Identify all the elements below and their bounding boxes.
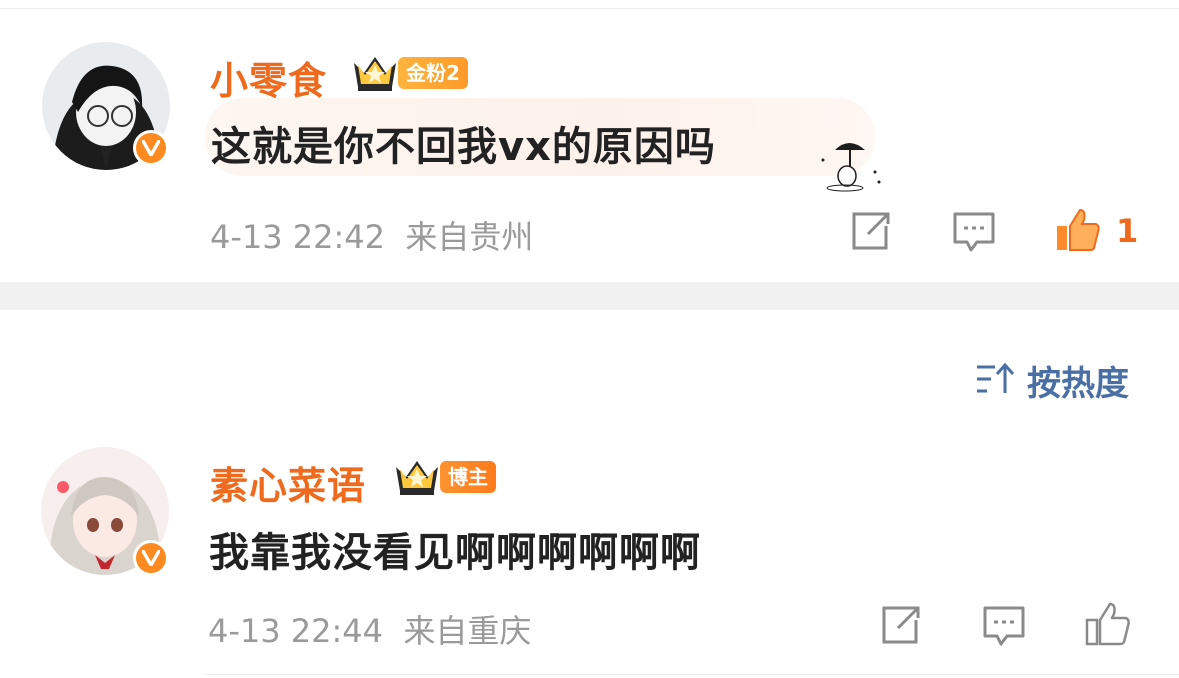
verified-v-icon bbox=[133, 130, 169, 166]
username[interactable]: 小零食 bbox=[210, 50, 327, 105]
bottom-divider bbox=[205, 674, 1179, 675]
comment-text: 这就是你不回我vx的原因吗 bbox=[211, 124, 716, 170]
sort-label: 按热度 bbox=[1027, 364, 1129, 404]
fan-level-badge: 金粉2 bbox=[398, 57, 468, 89]
share-icon[interactable] bbox=[876, 602, 924, 650]
top-divider bbox=[0, 8, 1179, 9]
thumbs-up-icon[interactable] bbox=[1084, 600, 1132, 648]
timestamp-location: 4-13 22:42 来自贵州 bbox=[210, 218, 534, 256]
bubble-decoration-icon bbox=[815, 136, 885, 196]
username[interactable]: 素心菜语 bbox=[210, 455, 366, 510]
verified-v-icon bbox=[133, 540, 169, 576]
comment-text: 我靠我没看见啊啊啊啊啊啊 bbox=[209, 530, 701, 576]
share-icon[interactable] bbox=[846, 208, 894, 256]
thumbs-up-icon[interactable] bbox=[1054, 206, 1102, 254]
section-separator bbox=[0, 282, 1179, 310]
crown-icon bbox=[350, 51, 400, 93]
comment-icon[interactable] bbox=[980, 602, 1028, 650]
sort-icon bbox=[975, 361, 1015, 401]
like-count: 1 bbox=[1116, 212, 1139, 250]
sort-by-hot-button[interactable]: 按热度 bbox=[975, 356, 1129, 405]
blogger-badge: 博主 bbox=[440, 461, 496, 493]
crown-icon bbox=[392, 455, 442, 497]
comment-icon[interactable] bbox=[950, 208, 998, 256]
timestamp-location: 4-13 22:44 来自重庆 bbox=[208, 612, 532, 650]
